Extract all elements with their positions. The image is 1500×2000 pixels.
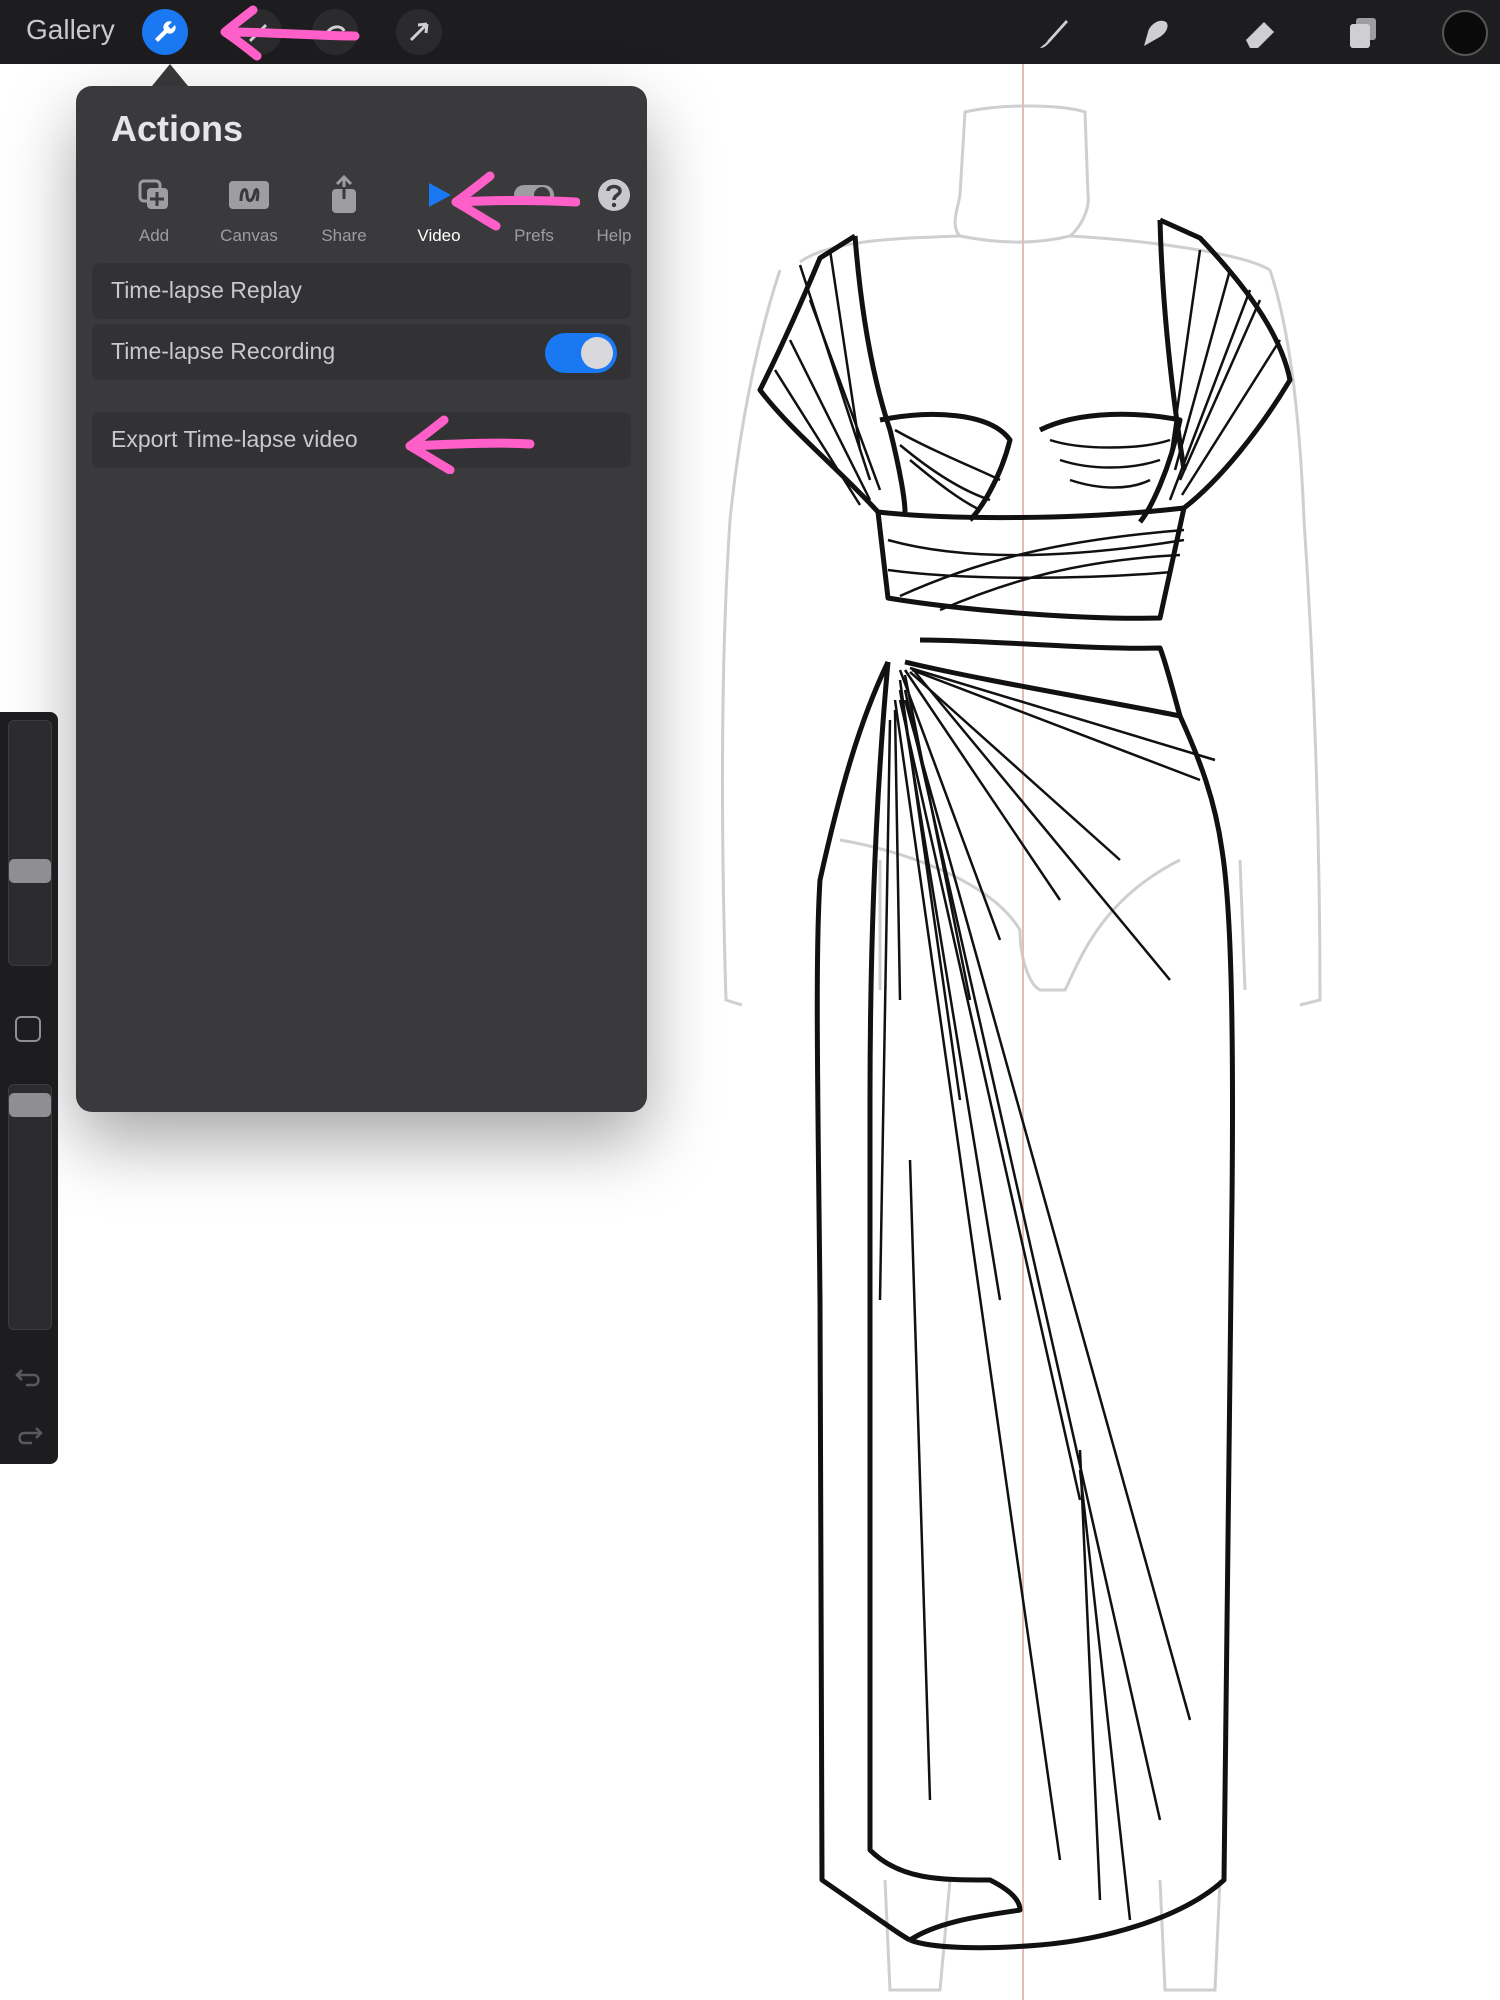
redo-button[interactable] <box>14 1422 44 1446</box>
smudge-icon <box>1144 20 1168 46</box>
timelapse-recording-toggle[interactable] <box>545 333 617 373</box>
toggle-knob <box>581 337 613 369</box>
tab-label: Help <box>596 226 632 245</box>
opacity-slider[interactable] <box>8 1084 52 1330</box>
layers-icon <box>1350 18 1376 48</box>
tab-help[interactable]: Help <box>584 170 644 260</box>
annotation-arrow-icon <box>405 415 535 474</box>
brush-size-slider[interactable] <box>8 720 52 966</box>
transform-arrow-icon <box>409 22 429 42</box>
modify-button[interactable] <box>15 1016 41 1042</box>
gallery-button[interactable]: Gallery <box>26 14 115 46</box>
export-timelapse-label: Export Time-lapse video <box>111 426 358 452</box>
annotation-arrow-icon <box>220 5 360 61</box>
opacity-handle[interactable] <box>9 1093 51 1117</box>
export-timelapse-item[interactable]: Export Time-lapse video <box>92 412 631 468</box>
brush-icon <box>1040 20 1068 48</box>
popover-pointer <box>152 64 188 86</box>
actions-wrench-button[interactable] <box>142 9 188 55</box>
add-icon <box>138 179 168 209</box>
smudge-button[interactable] <box>1132 10 1178 56</box>
timelapse-recording-label: Time-lapse Recording <box>111 338 336 364</box>
annotation-arrow-icon <box>451 171 580 231</box>
left-sidebar <box>0 712 58 1464</box>
color-button[interactable] <box>1442 10 1488 56</box>
canvas-icon <box>229 181 269 209</box>
help-icon <box>598 179 630 211</box>
tab-label: Add <box>138 226 170 245</box>
timelapse-recording-item: Time-lapse Recording <box>92 324 631 380</box>
undo-button[interactable] <box>14 1364 44 1388</box>
eraser-icon <box>1246 22 1274 48</box>
timelapse-replay-item[interactable]: Time-lapse Replay <box>92 263 631 319</box>
share-icon <box>332 175 356 213</box>
layers-button[interactable] <box>1340 10 1386 56</box>
actions-panel: Actions Add Canvas Share Video Prefs Hel… <box>76 86 647 1112</box>
redo-icon <box>18 1427 43 1445</box>
tab-share[interactable]: Share <box>299 170 389 260</box>
brush-button[interactable] <box>1030 10 1076 56</box>
undo-icon <box>15 1369 40 1387</box>
brush-size-handle[interactable] <box>9 859 51 883</box>
tab-label: Share <box>321 226 367 245</box>
eraser-button[interactable] <box>1236 10 1282 56</box>
transform-button[interactable] <box>396 9 442 55</box>
actions-title: Actions <box>111 108 244 149</box>
tab-label: Canvas <box>220 226 278 245</box>
wrench-icon <box>155 21 176 42</box>
tab-add[interactable]: Add <box>109 170 199 260</box>
tab-canvas[interactable]: Canvas <box>204 170 294 260</box>
timelapse-replay-label: Time-lapse Replay <box>111 277 302 303</box>
